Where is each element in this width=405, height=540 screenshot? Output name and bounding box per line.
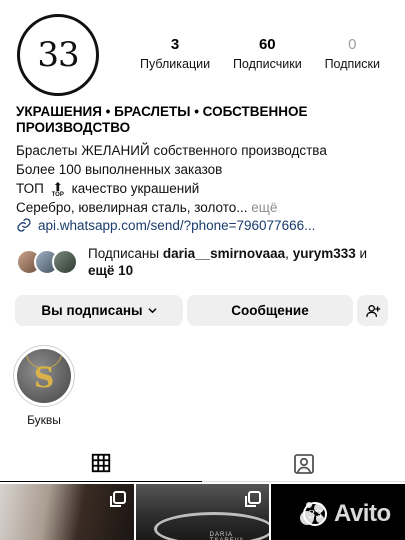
bio-link[interactable]: api.whatsapp.com/send/?phone=796077666..… — [16, 217, 315, 233]
chevron-down-icon — [148, 308, 156, 314]
top-arrow-icon: ⬆ TOP — [51, 179, 64, 198]
message-button[interactable]: Сообщение — [187, 295, 353, 326]
story-highlight-image: S — [17, 349, 71, 403]
follower-user-2[interactable]: yurym333 — [293, 246, 356, 261]
highlight-letter: S — [34, 361, 55, 394]
add-user-icon — [365, 304, 380, 317]
bio-line-4: Серебро, ювелирная сталь, золото... ещё — [16, 198, 396, 217]
multiple-posts-icon — [245, 491, 262, 507]
avatar — [52, 249, 78, 275]
tab-posts-grid[interactable] — [0, 449, 203, 482]
stat-followers-count: 60 — [258, 36, 276, 53]
profile-tabs — [0, 449, 405, 482]
post-thumbnail[interactable] — [0, 484, 134, 540]
grid-icon — [92, 453, 111, 473]
followed-by-text: Подписаны daria__smirnovaaa, yurym333 и … — [88, 245, 396, 279]
stat-following[interactable]: 0 Подписки — [325, 36, 380, 71]
avito-watermark-text: Avito — [334, 500, 391, 527]
bio-line-3: ТОП ⬆ TOP качество украшений — [16, 179, 396, 198]
bio-title-line2: ПРОИЗВОДСТВО — [16, 120, 131, 135]
profile-bio: УКРАШЕНИЯ • БРАСЛЕТЫ • СОБСТВЕННОЕ ПРОИЗ… — [16, 104, 396, 217]
add-user-button[interactable] — [357, 295, 388, 326]
followed-by-prefix: Подписаны — [88, 246, 160, 261]
followed-by-and: и — [359, 246, 368, 261]
follower-user-1[interactable]: daria__smirnovaaa — [163, 246, 285, 261]
following-button-label: Вы подписаны — [41, 303, 143, 318]
stat-followers-label: Подписчики — [232, 57, 302, 71]
followed-by-rest[interactable]: ещё 10 — [88, 263, 133, 278]
story-highlight-ring: S — [13, 345, 75, 407]
link-icon — [17, 218, 31, 232]
stat-posts-label: Публикации — [140, 57, 211, 71]
tab-tagged[interactable] — [203, 449, 405, 482]
profile-actions: Вы подписаны Сообщение — [15, 295, 388, 326]
stat-following-count: 0 — [348, 36, 357, 53]
avatar-logo-text: 33 — [37, 35, 79, 75]
bio-line-3-prefix: ТОП — [16, 181, 44, 196]
stat-following-label: Подписки — [324, 57, 380, 71]
profile-avatar[interactable]: 33 — [17, 14, 99, 96]
avito-logo-icon — [300, 501, 330, 527]
stat-posts[interactable]: 3 Публикации — [140, 36, 210, 71]
avito-watermark: Avito — [300, 500, 391, 528]
tagged-icon — [293, 454, 314, 474]
bio-line-1: Браслеты ЖЕЛАНИЙ собственного производст… — [16, 143, 327, 158]
bracelet-engraving: DARIA TSAREVA — [209, 532, 244, 540]
stat-followers[interactable]: 60 Подписчики — [233, 36, 302, 71]
story-highlight[interactable]: S Буквы — [13, 345, 75, 427]
bio-link-text: api.whatsapp.com/send/?phone=796077666..… — [38, 217, 316, 233]
followed-by[interactable]: Подписаны daria__smirnovaaa, yurym333 и … — [16, 245, 396, 279]
bio-line-4-text: Серебро, ювелирная сталь, золото... — [16, 200, 248, 215]
multiple-posts-icon — [109, 491, 126, 507]
bio-title-line1: УКРАШЕНИЯ • БРАСЛЕТЫ • СОБСТВЕННОЕ — [16, 104, 308, 119]
post-thumbnail[interactable]: DARIA TSAREVA — [135, 484, 270, 540]
following-button[interactable]: Вы подписаны — [15, 295, 183, 326]
bio-line-3-suffix: качество украшений — [71, 181, 200, 196]
story-highlight-label: Буквы — [27, 413, 61, 427]
profile-stats: 3 Публикации 60 Подписчики 0 Подписки — [140, 36, 380, 71]
follower-avatars — [16, 247, 80, 277]
tabs-divider — [202, 481, 405, 482]
bio-more-link[interactable]: ещё — [251, 200, 277, 215]
stat-posts-count: 3 — [170, 36, 180, 53]
follower-separator: , — [285, 246, 289, 261]
bio-line-2: Более 100 выполненных заказов — [16, 162, 223, 177]
message-button-label: Сообщение — [231, 303, 309, 318]
